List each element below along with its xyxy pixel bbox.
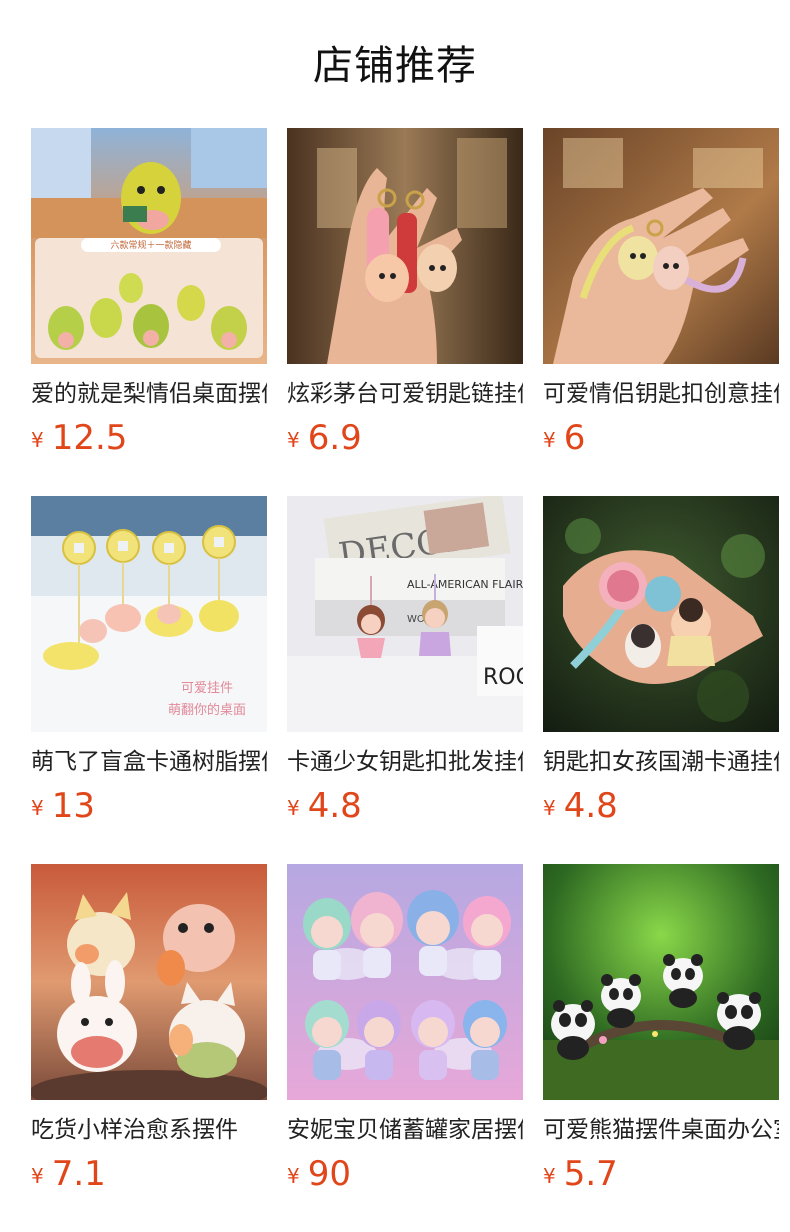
thumb-caption: ALL-AMERICAN FLAIR (407, 578, 523, 591)
price-amount: 4.8 (563, 786, 618, 826)
product-price: ¥12.5 (31, 418, 267, 458)
price-amount: 12.5 (51, 418, 128, 458)
price-amount: 6.9 (307, 418, 362, 458)
product-card[interactable]: 安妮宝贝储蓄罐家居摆件 ¥90 (287, 864, 523, 1232)
product-name[interactable]: 萌飞了盲盒卡通树脂摆件 (31, 746, 267, 778)
product-image[interactable]: DECOR ALL-AMERICAN FLAIR WORLD ROC (287, 496, 523, 732)
product-card[interactable]: 炫彩茅台可爱钥匙链挂件 ¥6.9 (287, 128, 523, 496)
currency-symbol: ¥ (543, 1164, 556, 1188)
product-price: ¥13 (31, 786, 267, 826)
price-amount: 90 (307, 1154, 351, 1194)
thumb-caption: 萌翻你的桌面 (168, 702, 246, 718)
product-card[interactable]: 钥匙扣女孩国潮卡通挂件 ¥4.8 (543, 496, 779, 864)
product-grid: 六款常规＋一款隐藏 爱的就是梨情侣桌面摆件 ¥12.5 炫彩茅台可爱钥匙链挂件 … (31, 128, 779, 1232)
currency-symbol: ¥ (31, 796, 44, 820)
currency-symbol: ¥ (543, 428, 556, 452)
thumb-caption: 可爱挂件 (181, 681, 233, 696)
product-image[interactable] (31, 864, 267, 1100)
product-card[interactable]: 吃货小样治愈系摆件 ¥7.1 (31, 864, 267, 1232)
product-name[interactable]: 爱的就是梨情侣桌面摆件 (31, 378, 267, 410)
product-card[interactable]: 可爱情侣钥匙扣创意挂件 ¥6 (543, 128, 779, 496)
product-image[interactable]: 六款常规＋一款隐藏 (31, 128, 267, 364)
product-card[interactable]: DECOR ALL-AMERICAN FLAIR WORLD ROC (287, 496, 523, 864)
product-image[interactable] (543, 128, 779, 364)
product-image[interactable] (543, 864, 779, 1100)
product-card[interactable]: 六款常规＋一款隐藏 爱的就是梨情侣桌面摆件 ¥12.5 (31, 128, 267, 496)
product-image[interactable]: 可爱挂件 萌翻你的桌面 (31, 496, 267, 732)
product-card[interactable]: 可爱熊猫摆件桌面办公室 ¥5.7 (543, 864, 779, 1232)
product-name[interactable]: 钥匙扣女孩国潮卡通挂件 (543, 746, 779, 778)
product-name[interactable]: 炫彩茅台可爱钥匙链挂件 (287, 378, 523, 410)
product-image[interactable] (287, 128, 523, 364)
product-image[interactable] (543, 496, 779, 732)
recommendation-page: 店铺推荐 六款常规＋一款隐藏 爱的就是梨情侣桌面摆件 ¥ 12.5 炫彩茅台可爱… (0, 0, 790, 1232)
product-name[interactable]: 卡通少女钥匙扣批发挂件 (287, 746, 523, 778)
product-name[interactable]: 可爱熊猫摆件桌面办公室 (543, 1114, 779, 1146)
product-card[interactable]: 可爱挂件 萌翻你的桌面 萌飞了盲盒卡通树脂摆件 ¥13 (31, 496, 267, 864)
price-amount: 5.7 (563, 1154, 618, 1194)
currency-symbol: ¥ (287, 428, 300, 452)
product-image[interactable] (287, 864, 523, 1100)
thumb-caption: ROC (483, 665, 523, 690)
price-amount: 4.8 (307, 786, 362, 826)
currency-symbol: ¥ (287, 796, 300, 820)
product-name[interactable]: 吃货小样治愈系摆件 (31, 1114, 267, 1146)
product-price: ¥5.7 (543, 1154, 779, 1194)
currency-symbol: ¥ (31, 428, 44, 452)
price-amount: 13 (51, 786, 95, 826)
product-price: ¥4.8 (287, 786, 523, 826)
thumb-caption: 六款常规＋一款隐藏 (110, 239, 191, 251)
product-price: ¥6.9 (287, 418, 523, 458)
product-price: ¥4.8 (543, 786, 779, 826)
product-price: ¥6 (543, 418, 779, 458)
price-amount: 6 (563, 418, 586, 458)
currency-symbol: ¥ (287, 1164, 300, 1188)
currency-symbol: ¥ (543, 796, 556, 820)
price-amount: 7.1 (51, 1154, 106, 1194)
product-name[interactable]: 可爱情侣钥匙扣创意挂件 (543, 378, 779, 410)
product-price: ¥90 (287, 1154, 523, 1194)
currency-symbol: ¥ (31, 1164, 44, 1188)
section-title: 店铺推荐 (313, 43, 477, 89)
product-name[interactable]: 安妮宝贝储蓄罐家居摆件 (287, 1114, 523, 1146)
product-price: ¥7.1 (31, 1154, 267, 1194)
